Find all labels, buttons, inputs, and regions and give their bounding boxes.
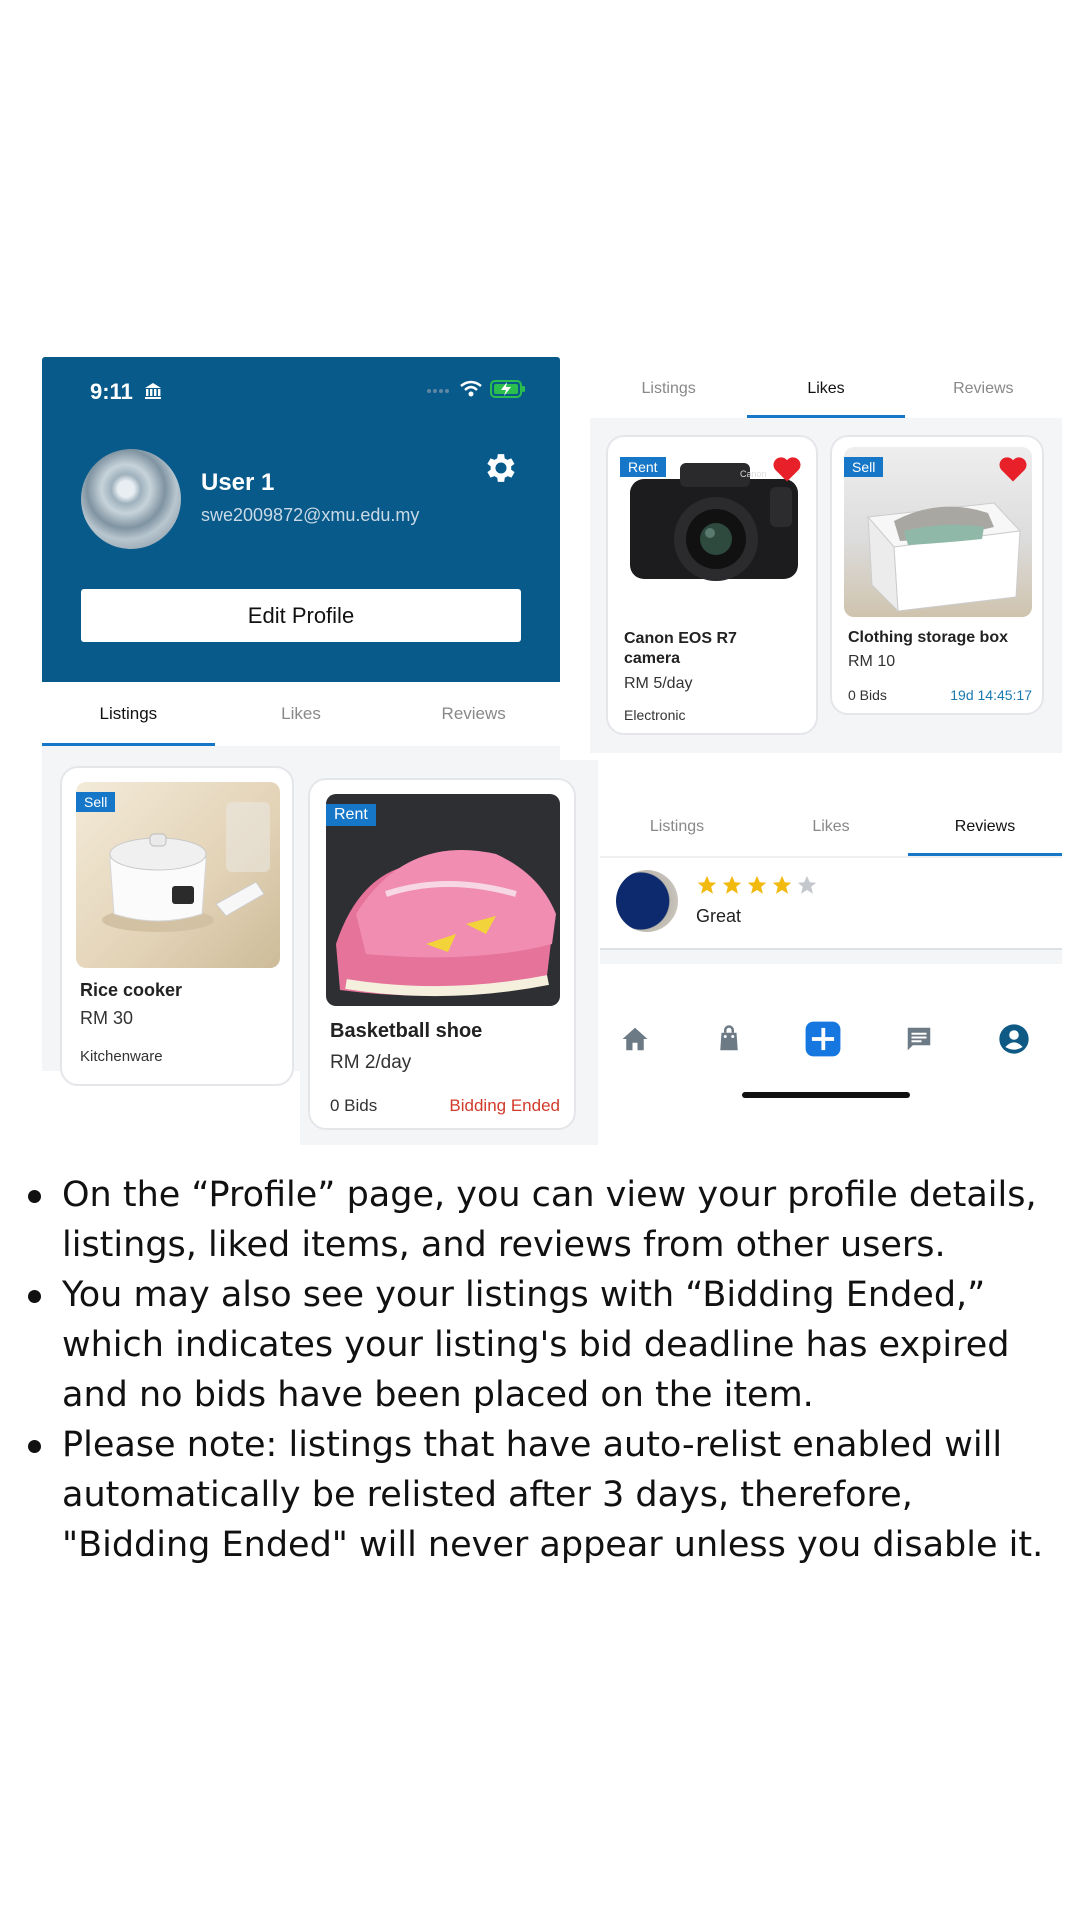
listing-price: RM 30 (80, 1008, 134, 1028)
listing-title: Basketball shoe (330, 1020, 483, 1042)
star-icon (722, 875, 742, 894)
listing-price: RM 10 (848, 653, 896, 670)
tab-reviews[interactable]: Reviews (905, 360, 1062, 418)
tab-listings[interactable]: Listings (590, 360, 747, 418)
listing-title: Clothing storage box (848, 629, 1008, 646)
user-email: swe2009872@xmu.edu.my (201, 505, 420, 525)
rating-stars (696, 874, 818, 900)
svg-text:Canon: Canon (740, 469, 767, 479)
tab-listings[interactable]: Listings (42, 682, 215, 746)
listing-card-basketball-shoe[interactable]: Rent Basketball shoe RM 2/day 0 Bids Bid… (308, 778, 576, 1130)
tab-likes[interactable]: Likes (754, 798, 908, 856)
liked-card-canon[interactable]: Canon Rent Canon EOS R7 camera RM 5/day … (606, 435, 818, 735)
instructions: On the “Profile” page, you can view your… (28, 1170, 1068, 1570)
bag-icon[interactable] (714, 1024, 744, 1054)
liked-card-storage-box[interactable]: Sell Clothing storage box RM 10 0 Bids 1… (830, 435, 1044, 715)
listing-type-badge: Rent (326, 804, 376, 826)
bank-icon (144, 383, 161, 399)
listing-type-badge: Sell (76, 792, 116, 812)
gear-icon[interactable] (482, 449, 520, 487)
profile-header: 9:11 User 1 swe2009872@xmu.edu.my Edit P (42, 357, 560, 682)
star-icon (747, 875, 767, 894)
profile-tabs: Listings Likes Reviews (42, 682, 560, 746)
add-icon[interactable] (804, 1020, 842, 1058)
tab-likes[interactable]: Likes (747, 360, 905, 418)
listing-category: Electronic (624, 707, 686, 723)
chat-icon[interactable] (904, 1024, 934, 1054)
edit-profile-button[interactable]: Edit Profile (81, 589, 521, 642)
battery-icon (490, 380, 525, 398)
home-icon[interactable] (620, 1024, 650, 1054)
listing-bids: 0 Bids (330, 1096, 378, 1115)
profile-icon[interactable] (998, 1023, 1030, 1055)
review-row: Great (600, 858, 1062, 950)
review-area-bottom (600, 950, 1062, 964)
home-indicator (742, 1092, 910, 1098)
tab-likes[interactable]: Likes (215, 682, 388, 746)
tab-reviews[interactable]: Reviews (908, 798, 1062, 856)
heart-icon[interactable] (772, 455, 802, 483)
tab-reviews[interactable]: Reviews (387, 682, 560, 746)
listing-category: Kitchenware (80, 1048, 163, 1065)
avatar[interactable] (81, 449, 181, 549)
bullet-item: Please note: listings that have auto-rel… (28, 1420, 1068, 1570)
bullet-item: On the “Profile” page, you can view your… (28, 1170, 1068, 1270)
listing-title: Rice cooker (80, 980, 183, 1000)
likes-tabs: Listings Likes Reviews (590, 360, 1062, 418)
star-icon (772, 875, 792, 894)
reviews-tabs: Listings Likes Reviews (600, 798, 1062, 856)
heart-icon[interactable] (998, 455, 1028, 483)
user-name: User 1 (201, 469, 275, 496)
listing-type-badge: Rent (620, 457, 666, 477)
tab-listings[interactable]: Listings (600, 798, 754, 856)
bullet-item: You may also see your listings with “Bid… (28, 1270, 1068, 1420)
star-icon (797, 875, 817, 894)
listing-price: RM 2/day (330, 1052, 412, 1073)
listing-card-rice-cooker[interactable]: Sell Rice cooker RM 30 Kitchenware (60, 766, 294, 1086)
star-icon (697, 875, 717, 894)
bidding-ended-status: Bidding Ended (449, 1096, 560, 1115)
listing-bids: 0 Bids (848, 687, 887, 703)
review-text: Great (696, 906, 742, 926)
listing-title: Canon EOS R7 camera (624, 630, 737, 667)
status-icons (426, 379, 526, 399)
listing-type-badge: Sell (844, 457, 884, 477)
wifi-icon (460, 380, 482, 397)
status-time: 9:11 (90, 379, 163, 405)
bottom-nav (600, 1014, 1062, 1084)
listing-price: RM 5/day (624, 675, 693, 692)
bid-countdown: 19d 14:45:17 (950, 687, 1032, 703)
signal-icon (427, 389, 449, 393)
reviewer-avatar[interactable] (616, 870, 678, 932)
